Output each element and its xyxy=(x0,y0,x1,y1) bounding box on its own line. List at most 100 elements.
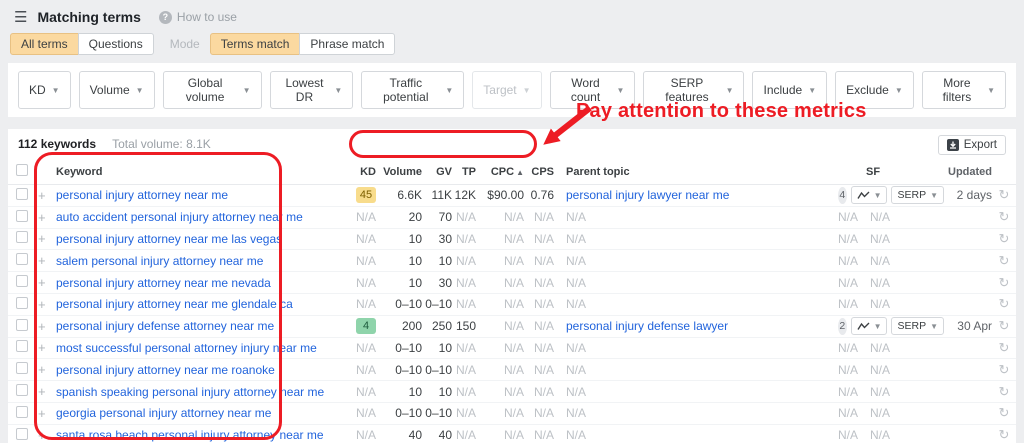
refresh-icon[interactable]: ↻ xyxy=(999,253,1010,268)
row-checkbox[interactable] xyxy=(16,405,28,418)
volume-cell: 10 xyxy=(408,253,422,268)
keyword-link[interactable]: salem personal injury attorney near me xyxy=(56,254,263,268)
refresh-icon[interactable]: ↻ xyxy=(999,405,1010,420)
parent-topic-link[interactable]: personal injury defense lawyer xyxy=(566,319,728,333)
filter-button-serp-features[interactable]: SERP features ▼ xyxy=(643,71,745,109)
position-history-chart-button[interactable]: ▼ xyxy=(850,317,888,336)
column-volume[interactable]: Volume xyxy=(376,166,422,178)
menu-icon[interactable]: ☰ xyxy=(14,8,27,26)
row-checkbox[interactable] xyxy=(16,318,28,331)
sf-na: N/A xyxy=(838,231,859,246)
keyword-link[interactable]: personal injury attorney near me las veg… xyxy=(56,232,282,246)
column-keyword[interactable]: Keyword xyxy=(56,166,340,178)
cpc-cell: N/A xyxy=(503,406,524,421)
keyword-link[interactable]: personal injury defense attorney near me xyxy=(56,319,274,333)
kd-cell: N/A xyxy=(355,275,376,290)
add-keyword-button[interactable]: + xyxy=(38,297,56,312)
row-checkbox[interactable] xyxy=(16,362,28,375)
refresh-icon[interactable]: ↻ xyxy=(999,187,1010,202)
keyword-link[interactable]: personal injury attorney near me xyxy=(56,188,228,202)
filter-label: Exclude xyxy=(846,83,889,97)
column-cps[interactable]: CPS xyxy=(524,166,554,178)
column-tp[interactable]: TP xyxy=(452,166,476,178)
filter-button-traffic-potential[interactable]: Traffic potential ▼ xyxy=(361,71,465,109)
refresh-icon[interactable]: ↻ xyxy=(999,231,1010,246)
row-checkbox[interactable] xyxy=(16,209,28,222)
filter-button-include[interactable]: Include ▼ xyxy=(752,71,828,109)
refresh-icon[interactable]: ↻ xyxy=(999,384,1010,399)
filter-button-exclude[interactable]: Exclude ▼ xyxy=(835,71,914,109)
column-kd[interactable]: KD xyxy=(340,166,376,178)
chart-na: N/A xyxy=(870,210,891,225)
keyword-link[interactable]: georgia personal injury attorney near me xyxy=(56,406,271,420)
filter-button-kd[interactable]: KD ▼ xyxy=(18,71,71,109)
add-keyword-button[interactable]: + xyxy=(38,188,56,203)
add-keyword-button[interactable]: + xyxy=(38,275,56,290)
keyword-link[interactable]: santa rosa beach personal injury attorne… xyxy=(56,428,324,442)
filter-button-volume[interactable]: Volume ▼ xyxy=(78,71,155,109)
column-sf[interactable]: SF xyxy=(838,166,944,178)
row-checkbox[interactable] xyxy=(16,340,28,353)
keyword-link[interactable]: most successful personal attorney injury… xyxy=(56,341,317,355)
keyword-link[interactable]: auto accident personal injury attorney n… xyxy=(56,210,303,224)
refresh-icon[interactable]: ↻ xyxy=(999,275,1010,290)
position-history-chart-button[interactable]: ▼ xyxy=(850,186,888,205)
row-checkbox[interactable] xyxy=(16,187,28,200)
cpc-cell: N/A xyxy=(503,384,524,399)
export-button[interactable]: Export xyxy=(937,135,1006,155)
tab-phrase-match[interactable]: Phrase match xyxy=(299,33,396,55)
keyword-link[interactable]: personal injury attorney near me roanoke xyxy=(56,363,275,377)
tab-questions[interactable]: Questions xyxy=(77,33,154,55)
keyword-link[interactable]: spanish speaking personal injury attorne… xyxy=(56,385,324,399)
filter-button-word-count[interactable]: Word count ▼ xyxy=(549,71,636,109)
add-keyword-button[interactable]: + xyxy=(38,231,56,246)
add-keyword-button[interactable]: + xyxy=(38,428,56,443)
keyword-link[interactable]: personal injury attorney near me glendal… xyxy=(56,297,293,311)
volume-cell: 0–10 xyxy=(395,297,422,312)
parent-topic-cell: personal injury lawyer near me xyxy=(554,188,838,202)
row-checkbox[interactable] xyxy=(16,427,28,440)
serp-dropdown-button[interactable]: SERP ▼ xyxy=(891,186,944,205)
how-to-use[interactable]: ? How to use xyxy=(158,10,237,24)
column-cpc[interactable]: CPC ▲ xyxy=(476,166,524,178)
row-checkbox[interactable] xyxy=(16,231,28,244)
column-gv[interactable]: GV xyxy=(422,166,452,178)
refresh-icon[interactable]: ↻ xyxy=(999,296,1010,311)
row-checkbox[interactable] xyxy=(16,253,28,266)
chart-na: N/A xyxy=(870,297,891,312)
serp-dropdown-button[interactable]: SERP ▼ xyxy=(891,317,944,336)
add-keyword-button[interactable]: + xyxy=(38,340,56,355)
chart-na: N/A xyxy=(870,362,891,377)
add-keyword-button[interactable]: + xyxy=(38,406,56,421)
row-checkbox[interactable] xyxy=(16,384,28,397)
add-keyword-button[interactable]: + xyxy=(38,384,56,399)
tab-terms-match[interactable]: Terms match xyxy=(209,33,301,55)
parent-topic-link[interactable]: personal injury lawyer near me xyxy=(566,188,729,202)
filter-button-more-filters[interactable]: More filters ▼ xyxy=(921,71,1006,109)
add-keyword-button[interactable]: + xyxy=(38,253,56,268)
refresh-icon[interactable]: ↻ xyxy=(999,427,1010,442)
parent-topic-cell: N/A xyxy=(566,406,587,421)
keyword-link[interactable]: personal injury attorney near me nevada xyxy=(56,276,271,290)
row-checkbox[interactable] xyxy=(16,275,28,288)
add-keyword-button[interactable]: + xyxy=(38,210,56,225)
add-keyword-button[interactable]: + xyxy=(38,319,56,334)
refresh-icon[interactable]: ↻ xyxy=(999,318,1010,333)
row-checkbox[interactable] xyxy=(16,296,28,309)
question-icon: ? xyxy=(158,10,172,24)
cps-cell: N/A xyxy=(533,384,554,399)
filter-button-global-volume[interactable]: Global volume ▼ xyxy=(162,71,262,109)
refresh-icon[interactable]: ↻ xyxy=(999,362,1010,377)
refresh-icon[interactable]: ↻ xyxy=(999,209,1010,224)
table-row: + personal injury attorney near me glend… xyxy=(8,294,1016,316)
table-row: + personal injury attorney near me roano… xyxy=(8,359,1016,382)
filter-button-lowest-dr[interactable]: Lowest DR ▼ xyxy=(269,71,354,109)
refresh-icon[interactable]: ↻ xyxy=(999,340,1010,355)
kd-badge: 4 xyxy=(356,318,376,335)
select-all-checkbox[interactable] xyxy=(16,164,28,176)
column-parent-topic[interactable]: Parent topic xyxy=(554,166,838,178)
cps-cell: N/A xyxy=(533,340,554,355)
column-updated[interactable]: Updated xyxy=(944,166,992,178)
add-keyword-button[interactable]: + xyxy=(38,362,56,377)
tab-all-terms[interactable]: All terms xyxy=(10,33,79,55)
